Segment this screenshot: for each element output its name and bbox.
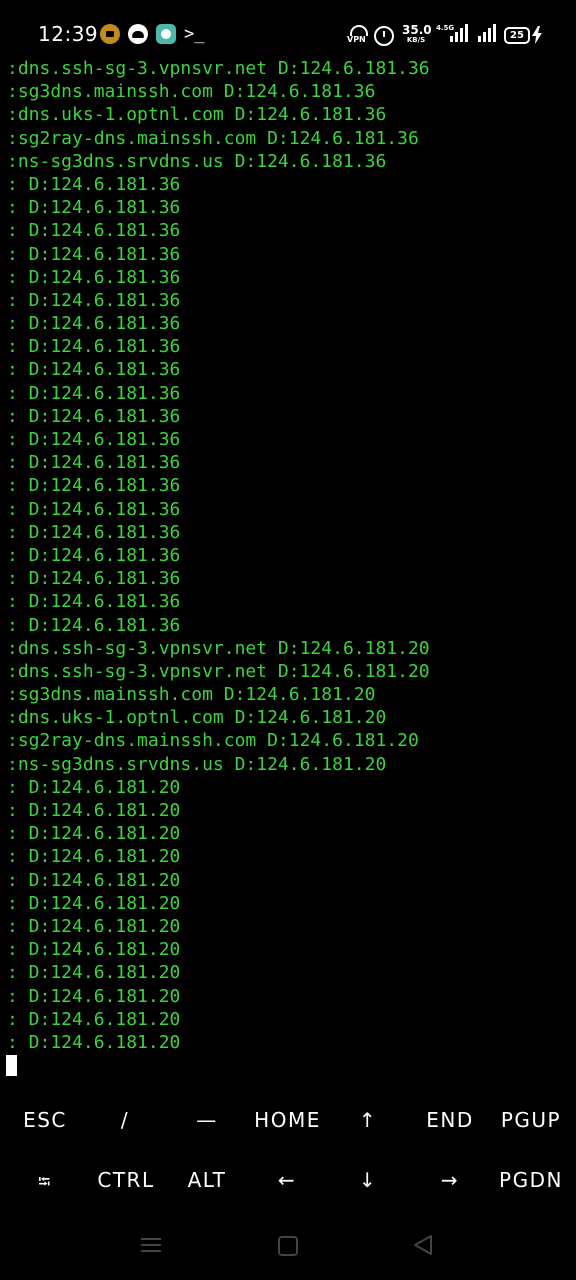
network-speed: 35.0 KB/S: [402, 23, 432, 45]
terminal-line: : D:124.6.181.36: [7, 475, 181, 497]
terminal-line: :ns-sg3dns.srvdns.us D:124.6.181.20: [7, 753, 387, 775]
terminal-line: : D:124.6.181.36: [7, 243, 181, 265]
terminal-line: : D:124.6.181.20: [7, 846, 181, 868]
terminal-line: : D:124.6.181.36: [7, 498, 181, 520]
key-down[interactable]: ↓: [355, 1168, 381, 1192]
terminal-line: :dns.ssh-sg-3.vpnsvr.net D:124.6.181.20: [7, 637, 430, 659]
terminal-line: :dns.ssh-sg-3.vpnsvr.net D:124.6.181.20: [7, 660, 430, 682]
terminal-line: :sg3dns.mainssh.com D:124.6.181.36: [7, 81, 376, 103]
terminal-line: : D:124.6.181.36: [7, 568, 181, 590]
key-esc[interactable]: ESC: [22, 1108, 68, 1132]
signal-icon-2: [476, 24, 498, 44]
back-icon[interactable]: [412, 1234, 434, 1256]
network-type-label: 4.5G: [436, 24, 455, 32]
vpn-label: VPN: [347, 35, 366, 44]
home-icon[interactable]: [278, 1236, 298, 1256]
terminal-line: : D:124.6.181.20: [7, 985, 181, 1007]
terminal-notification-icon: >_: [184, 24, 205, 44]
cloud-notification-icon: [128, 24, 148, 44]
terminal-line: : D:124.6.181.20: [7, 1008, 181, 1030]
navigation-bar: [0, 1220, 576, 1280]
terminal-line: :dns.uks-1.optnl.com D:124.6.181.20: [7, 707, 387, 729]
speed-unit: KB/S: [406, 36, 426, 44]
status-bar: 12:39 >_ VPN 35.0 KB/S 4.5G 25: [0, 0, 576, 60]
terminal-line: : D:124.6.181.36: [7, 336, 181, 358]
terminal-line: :ns-sg3dns.srvdns.us D:124.6.181.36: [7, 150, 387, 172]
terminal-line: :dns.uks-1.optnl.com D:124.6.181.36: [7, 104, 387, 126]
key-alt[interactable]: ALT: [184, 1168, 230, 1192]
signal-icon: 4.5G: [436, 24, 470, 44]
terminal-line: :sg3dns.mainssh.com D:124.6.181.20: [7, 684, 376, 706]
charging-icon: [532, 26, 542, 44]
terminal-line: : D:124.6.181.36: [7, 591, 181, 613]
clock: 12:39: [38, 22, 99, 46]
terminal-line: : D:124.6.181.36: [7, 614, 181, 636]
terminal-line: : D:124.6.181.20: [7, 776, 181, 798]
alarm-icon: [374, 26, 394, 46]
vpn-icon: VPN: [347, 24, 369, 44]
app-notification-icon: [100, 24, 120, 44]
terminal-line: : D:124.6.181.20: [7, 915, 181, 937]
terminal-line: : D:124.6.181.36: [7, 289, 181, 311]
terminal-cursor: [6, 1055, 17, 1076]
key-end[interactable]: END: [424, 1108, 476, 1132]
terminal-line: : D:124.6.181.20: [7, 892, 181, 914]
terminal-line: : D:124.6.181.36: [7, 359, 181, 381]
speed-value: 35.0: [402, 23, 432, 37]
terminal-line: : D:124.6.181.20: [7, 962, 181, 984]
terminal-line: : D:124.6.181.36: [7, 197, 181, 219]
key-slash[interactable]: /: [112, 1108, 138, 1132]
chat-notification-icon: [156, 24, 176, 44]
terminal-line: : D:124.6.181.36: [7, 521, 181, 543]
key-right[interactable]: →: [437, 1168, 463, 1192]
key-dash[interactable]: —: [192, 1108, 222, 1132]
terminal-line: : D:124.6.181.20: [7, 869, 181, 891]
key-ctrl[interactable]: CTRL: [94, 1168, 158, 1192]
key-up[interactable]: ↑: [355, 1108, 381, 1132]
battery-level: 25: [504, 27, 530, 44]
terminal-line: : D:124.6.181.36: [7, 544, 181, 566]
key-left[interactable]: ←: [274, 1168, 300, 1192]
terminal-line: : D:124.6.181.36: [7, 266, 181, 288]
terminal-line: :sg2ray-dns.mainssh.com D:124.6.181.20: [7, 730, 419, 752]
terminal-line: : D:124.6.181.20: [7, 823, 181, 845]
key-pgup[interactable]: PGUP: [496, 1108, 566, 1132]
terminal-line: : D:124.6.181.20: [7, 800, 181, 821]
terminal-line: : D:124.6.181.36: [7, 173, 181, 195]
key-home[interactable]: HOME: [250, 1108, 325, 1132]
terminal-line: : D:124.6.181.36: [7, 405, 181, 427]
terminal-line: : D:124.6.181.36: [7, 220, 181, 242]
key-tab[interactable]: ⭾: [32, 1171, 58, 1198]
key-pgdn[interactable]: PGDN: [496, 1168, 566, 1192]
terminal-line: : D:124.6.181.20: [7, 1031, 181, 1053]
extra-keys-bar: ESC / — HOME ↑ END PGUP ⭾ CTRL ALT ← ↓ →…: [0, 1088, 576, 1208]
terminal-line: :sg2ray-dns.mainssh.com D:124.6.181.36: [7, 127, 419, 149]
terminal-line: :dns.ssh-sg-3.vpnsvr.net D:124.6.181.36: [7, 58, 430, 79]
terminal-line: : D:124.6.181.36: [7, 382, 181, 404]
terminal-line: : D:124.6.181.36: [7, 313, 181, 335]
terminal-line: : D:124.6.181.36: [7, 429, 181, 450]
terminal-output[interactable]: :dns.ssh-sg-3.vpnsvr.net D:124.6.181.36:…: [7, 57, 572, 1054]
terminal-line: : D:124.6.181.20: [7, 939, 181, 961]
menu-icon[interactable]: [141, 1235, 161, 1255]
terminal-line: : D:124.6.181.36: [7, 452, 181, 474]
